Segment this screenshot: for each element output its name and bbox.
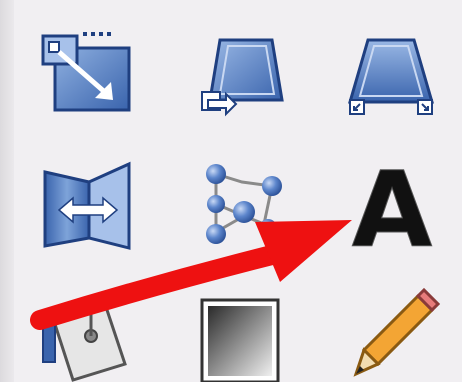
perspective-tool-icon — [348, 38, 434, 115]
flip-tool-icon — [43, 161, 131, 250]
pencil-tool-icon — [353, 287, 441, 377]
flip-tool-button[interactable] — [33, 150, 143, 260]
pencil-tool-button[interactable] — [336, 282, 446, 382]
blend-tool-icon — [200, 298, 280, 382]
cage-transform-tool-button[interactable] — [186, 150, 296, 260]
shear-tool-button[interactable] — [186, 20, 296, 130]
text-tool-glyph: A — [352, 150, 433, 260]
bucket-fill-tool-button[interactable] — [33, 282, 143, 382]
toolbox-panel: A — [0, 0, 462, 382]
bucket-fill-tool-icon — [42, 296, 127, 382]
text-tool-button[interactable]: A — [336, 150, 446, 260]
shear-tool-icon — [201, 38, 284, 117]
text-tool-icon: A — [351, 150, 433, 260]
cage-transform-tool-icon — [206, 164, 282, 244]
perspective-tool-button[interactable] — [336, 20, 446, 130]
scale-tool-icon — [41, 32, 131, 112]
panel-edge — [0, 0, 14, 382]
scale-tool-button[interactable] — [33, 20, 143, 130]
blend-tool-button[interactable] — [186, 282, 296, 382]
